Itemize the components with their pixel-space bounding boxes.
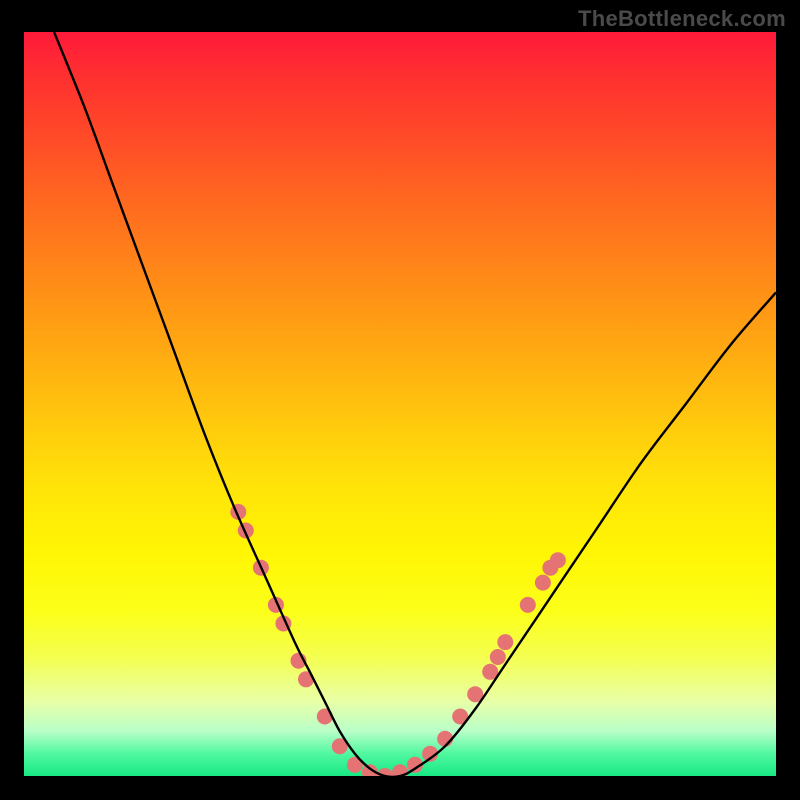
data-marker: [490, 649, 506, 665]
bottleneck-chart: [24, 32, 776, 776]
watermark-text: TheBottleneck.com: [578, 6, 786, 32]
data-markers: [230, 504, 566, 776]
data-marker: [520, 597, 536, 613]
data-marker: [497, 634, 513, 650]
data-marker: [362, 764, 378, 776]
data-marker: [535, 575, 551, 591]
data-marker: [550, 552, 566, 568]
bottleneck-curve-line: [54, 32, 776, 776]
